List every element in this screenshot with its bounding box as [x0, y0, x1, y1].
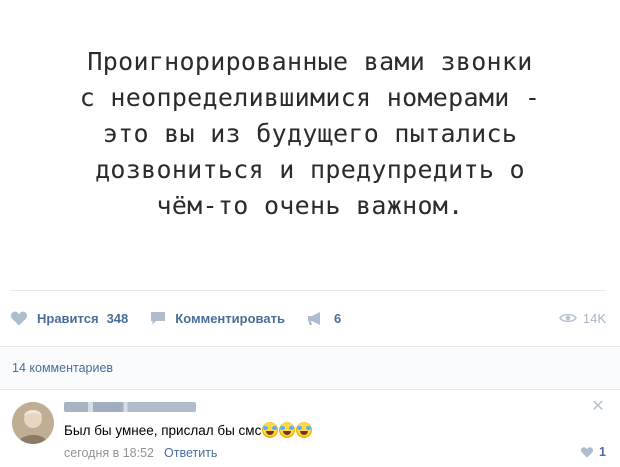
reply-button[interactable]: Ответить	[164, 446, 217, 460]
comment-button[interactable]: Комментировать	[150, 311, 285, 326]
like-label: Нравится	[37, 310, 99, 326]
quote-line: это вы из будущего пытались	[102, 119, 518, 148]
comment-like-button[interactable]: 1	[580, 445, 606, 459]
eye-icon	[559, 313, 577, 323]
post-quote-text: Проигнорированные вами звонки с неопреде…	[0, 44, 620, 224]
views-count: 14K	[582, 310, 606, 326]
comment-label: Комментировать	[175, 310, 285, 326]
share-count: 6	[333, 310, 342, 326]
comment-author-blurred[interactable]	[64, 402, 196, 412]
tears-of-joy-emoji-icon	[262, 422, 279, 438]
quote-line: дозвониться и предупредить о	[95, 155, 525, 184]
comment-time[interactable]: сегодня в 18:52	[64, 446, 154, 460]
comment-item: Был бы умнее, прислал бы смс сегодня в 1…	[0, 390, 620, 467]
comment-bubble-icon	[151, 311, 166, 324]
comments-header: 14 комментариев	[0, 346, 620, 390]
heart-icon	[580, 447, 594, 458]
tears-of-joy-emoji-icon	[279, 422, 296, 438]
post-actions-bar: Нравится 348 Комментировать 6 14K	[10, 300, 606, 336]
comments-count[interactable]: 14 комментариев	[12, 361, 113, 375]
post-image: Проигнорированные вами звонки с неопреде…	[0, 0, 620, 288]
like-button[interactable]: Нравится 348	[10, 310, 128, 326]
comment-meta: сегодня в 18:52 Ответить	[64, 446, 217, 460]
megaphone-icon	[307, 311, 320, 325]
comment-text-body: Был бы умнее, прислал бы смс	[64, 422, 262, 438]
quote-line: Проигнорированные вами звонки	[87, 47, 533, 76]
post-divider	[10, 290, 606, 291]
avatar-photo	[12, 402, 54, 444]
quote-line: с неопределившимися номерами -	[79, 83, 541, 112]
quote-line: чём-то очень важном.	[156, 191, 464, 220]
tears-of-joy-emoji-icon	[296, 422, 313, 438]
close-icon[interactable]: ✕	[591, 399, 605, 415]
comment-text: Был бы умнее, прислал бы смс	[64, 422, 313, 438]
like-count: 348	[106, 310, 129, 326]
comment-like-count: 1	[599, 445, 606, 459]
heart-icon	[10, 311, 28, 326]
share-button[interactable]: 6	[307, 311, 341, 326]
avatar[interactable]	[12, 402, 54, 444]
views-counter: 14K	[559, 311, 606, 326]
